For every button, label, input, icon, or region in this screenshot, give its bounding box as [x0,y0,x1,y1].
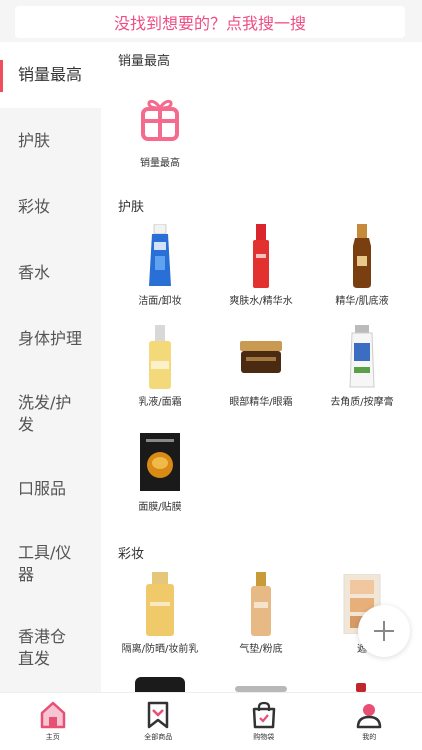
product-category-item[interactable]: 隔离/防晒/妆前乳 [110,572,210,655]
sidebar-item-tools[interactable]: 工具/仪器 [0,522,101,606]
tab-label: 购物袋 [253,733,275,741]
tab-home[interactable]: 主页 [0,693,106,750]
plus-icon [374,621,394,641]
lotion-bottle [130,325,190,389]
user-icon [357,704,382,729]
scrub-tube [332,325,392,389]
add-button[interactable] [358,605,410,657]
tab-all-products[interactable]: 全部商品 [106,693,212,750]
product-category-label: 面膜/贴膜 [138,502,182,513]
search-input[interactable]: 没找到想要的？点我搜一搜 [15,6,405,38]
sidebar-item-skincare[interactable]: 护肤 [0,108,101,174]
toner-bottle [231,224,291,288]
product-category-item[interactable]: 气垫/粉底 [211,572,311,655]
tab-label: 我的 [362,733,377,741]
section-title-makeup: 彩妆 [118,547,145,562]
sidebar-item-bestsellers[interactable]: 销量最高 [0,42,101,108]
face-mask-pack [130,430,190,494]
product-category-label: 隔离/防晒/妆前乳 [121,644,199,655]
product-category-item[interactable]: 洁面/卸妆 [110,224,210,307]
sunscreen-bottle [130,572,190,636]
search-bar-container: 没找到想要的？点我搜一搜 [0,0,422,42]
product-category-item[interactable]: 眼部精华/眼霜 [211,325,311,408]
product-category-label: 去角质/按摩膏 [330,397,394,408]
shopping-bag-icon [252,701,275,729]
sidebar-item-perfume[interactable]: 香水 [0,240,101,306]
cleanser-tube [130,224,190,288]
bottom-tab-bar: 主页 全部商品 购物袋 我的 [0,692,422,750]
product-category-item[interactable]: 销量最高 [110,86,210,169]
product-category-label: 眼部精华/眼霜 [229,397,293,408]
sidebar-item-hk-warehouse[interactable]: 香港仓直发 [0,606,101,690]
gift-icon [130,86,190,150]
sidebar-item-hair-care[interactable]: 洗发/护发 [0,372,101,456]
category-content: 销量最高 销量最高 护肤 洁面/卸妆 爽肤水/精华水 精华/肌底液 乳液/面霜 … [101,42,422,692]
section-title-bestsellers: 销量最高 [118,54,171,69]
foundation-bottle [231,572,291,636]
eye-cream-jar [231,325,291,389]
tab-label: 主页 [45,733,60,741]
product-category-label: 销量最高 [140,158,180,169]
bookmark-icon [148,701,169,729]
product-category-item[interactable]: 面膜/贴膜 [110,430,210,513]
product-category-label: 气垫/粉底 [239,644,283,655]
product-thumbnail-partial [356,683,366,692]
product-category-item[interactable]: 爽肤水/精华水 [211,224,311,307]
product-category-label: 精华/肌底液 [335,296,389,307]
product-category-item[interactable]: 乳液/面霜 [110,325,210,408]
product-category-label: 乳液/面霜 [138,397,182,408]
tab-label: 全部商品 [144,733,173,741]
tab-shopping-bag[interactable]: 购物袋 [211,693,317,750]
category-sidebar: 销量最高 护肤 彩妆 香水 身体护理 洗发/护发 口服品 工具/仪器 香港仓直发 [0,42,101,692]
section-title-skincare: 护肤 [118,200,145,215]
product-thumbnail-partial [135,677,185,692]
product-category-item[interactable]: 去角质/按摩膏 [312,325,412,408]
sidebar-item-oral-products[interactable]: 口服品 [0,456,101,522]
serum-bottle [332,224,392,288]
product-category-item[interactable]: 精华/肌底液 [312,224,412,307]
sidebar-item-makeup[interactable]: 彩妆 [0,174,101,240]
home-icon [40,701,65,729]
product-category-label: 爽肤水/精华水 [229,296,293,307]
tab-profile[interactable]: 我的 [317,693,422,750]
product-category-label: 洁面/卸妆 [138,296,182,307]
sidebar-item-body-care[interactable]: 身体护理 [0,306,101,372]
